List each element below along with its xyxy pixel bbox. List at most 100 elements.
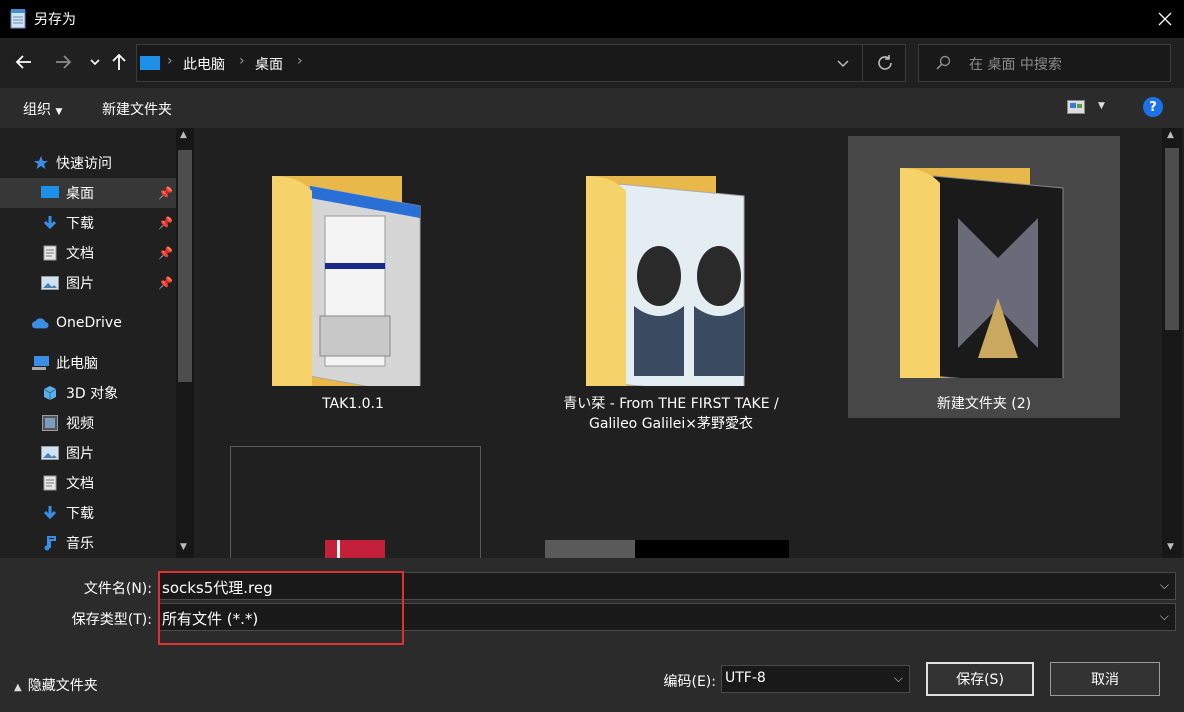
sidebar-item-label: 文档 — [66, 246, 94, 262]
help-button[interactable]: ? — [1143, 97, 1163, 117]
help-icon: ? — [1149, 99, 1157, 115]
computer-icon — [140, 56, 160, 70]
encoding-select[interactable]: UTF-8 ⌵ — [721, 665, 910, 693]
navigation-pane: 快速访问 桌面 📌 下载 📌 文档 📌 图片 📌 OneDrive 此电脑 3D… — [0, 128, 196, 558]
chevron-up-icon: ▲ — [14, 682, 22, 693]
view-options-button[interactable] — [1067, 100, 1085, 114]
view-icon — [1067, 100, 1085, 114]
chevron-down-icon[interactable]: ▼ — [180, 542, 187, 552]
sidebar-item-desktop[interactable]: 桌面 📌 — [0, 178, 176, 208]
sidebar-item-pictures-pc[interactable]: 图片 — [0, 438, 176, 468]
sidebar-item-documents[interactable]: 文档 📌 — [0, 238, 176, 268]
new-folder-button[interactable]: 新建文件夹 — [102, 99, 172, 119]
up-button[interactable] — [107, 50, 131, 74]
sidebar-item-label: 视频 — [66, 416, 94, 432]
sidebar-item-onedrive[interactable]: OneDrive — [0, 308, 176, 338]
document-icon — [41, 244, 59, 262]
sidebar-item-music[interactable]: 音乐 — [0, 528, 176, 558]
sidebar-item-videos[interactable]: 视频 — [0, 408, 176, 438]
content-scrollbar[interactable]: ▲ ▼ — [1162, 128, 1182, 558]
sidebar-item-label: OneDrive — [56, 315, 122, 331]
chevron-up-icon[interactable]: ▲ — [180, 130, 187, 140]
sidebar-item-label: 3D 对象 — [66, 386, 119, 402]
sidebar-item-label: 下载 — [66, 216, 94, 232]
scrollbar-thumb[interactable] — [178, 150, 192, 382]
forward-button[interactable] — [51, 50, 75, 74]
video-icon — [41, 414, 59, 432]
chevron-down-icon[interactable]: ⌵ — [1160, 578, 1169, 593]
close-button[interactable] — [1146, 0, 1184, 38]
organize-button[interactable]: 组织 ▼ — [23, 99, 62, 119]
cancel-button[interactable]: 取消 — [1050, 662, 1160, 696]
arrow-left-icon — [15, 55, 31, 69]
file-thumbnail-mark — [337, 540, 340, 558]
download-icon — [41, 504, 59, 522]
sidebar-item-downloads-pc[interactable]: 下载 — [0, 498, 176, 528]
filename-label: 文件名(N): — [83, 581, 152, 597]
picture-icon — [41, 274, 59, 292]
save-button[interactable]: 保存(S) — [926, 662, 1034, 696]
folder-item-selected[interactable]: 新建文件夹 (2) — [848, 136, 1120, 418]
navigation-bar: › 此电脑 › 桌面 › 在 桌面 中搜索 — [0, 38, 1184, 88]
encoding-value: UTF-8 — [725, 670, 766, 686]
window-title: 另存为 — [34, 12, 76, 28]
cube-icon — [41, 384, 59, 402]
highlight-box — [158, 571, 404, 645]
download-icon — [41, 214, 59, 232]
sidebar-item-label: 图片 — [66, 446, 94, 462]
refresh-icon[interactable] — [876, 54, 894, 72]
file-item[interactable] — [545, 540, 789, 558]
sidebar-item-downloads[interactable]: 下载 📌 — [0, 208, 176, 238]
folder-item[interactable]: TAK1.0.1 — [198, 136, 508, 436]
sidebar-item-label: 音乐 — [66, 536, 94, 552]
hide-folders-toggle[interactable]: ▲ 隐藏文件夹 — [14, 675, 98, 695]
pin-icon: 📌 — [158, 246, 173, 260]
sidebar-item-label: 图片 — [66, 276, 94, 292]
pin-icon: 📌 — [158, 186, 173, 200]
star-icon — [32, 154, 50, 172]
pin-icon: 📌 — [158, 276, 173, 290]
sidebar-item-3d-objects[interactable]: 3D 对象 — [0, 378, 176, 408]
encoding-label: 编码(E): — [663, 674, 717, 690]
chevron-up-icon[interactable]: ▲ — [1167, 130, 1174, 140]
address-bar[interactable]: › 此电脑 › 桌面 › — [136, 44, 906, 82]
chevron-down-icon: ⌵ — [893, 671, 903, 685]
chevron-down-icon — [90, 59, 100, 66]
music-icon — [41, 534, 59, 552]
chevron-down-icon[interactable]: ⌵ — [1160, 609, 1169, 624]
file-thumbnail — [545, 540, 635, 558]
folder-name: TAK1.0.1 — [322, 396, 384, 412]
folder-icon — [586, 176, 745, 386]
computer-icon — [32, 354, 50, 372]
scrollbar-thumb[interactable] — [1165, 148, 1179, 330]
divider — [862, 45, 863, 81]
sidebar-item-pictures[interactable]: 图片 📌 — [0, 268, 176, 298]
sidebar-item-label: 快速访问 — [56, 156, 112, 172]
sidebar-item-label: 文档 — [66, 476, 94, 492]
file-item[interactable] — [230, 446, 481, 558]
breadcrumb-desktop[interactable]: 桌面 — [255, 54, 283, 74]
sidebar-scrollbar[interactable]: ▲ ▼ — [176, 128, 194, 558]
notepad-icon — [10, 9, 26, 29]
sidebar-item-documents-pc[interactable]: 文档 — [0, 468, 176, 498]
sidebar-item-this-pc[interactable]: 此电脑 — [0, 348, 176, 378]
close-icon — [1158, 12, 1172, 26]
folder-icon — [900, 168, 1064, 378]
file-thumbnail — [325, 540, 385, 558]
command-bar: 组织 ▼ 新建文件夹 ▼ ? — [0, 88, 1184, 128]
chevron-down-icon[interactable]: ▼ — [1098, 101, 1105, 111]
back-button[interactable] — [12, 50, 36, 74]
breadcrumb-this-pc[interactable]: 此电脑 — [183, 54, 225, 74]
save-options: 文件名(N): socks5代理.reg ⌵ 保存类型(T): 所有文件 (*.… — [0, 558, 1184, 712]
sidebar-item-quick-access[interactable]: 快速访问 — [0, 148, 176, 178]
folder-item[interactable]: 青い栞 - From THE FIRST TAKE / Galileo Gali… — [516, 136, 826, 436]
chevron-right-icon: › — [167, 53, 173, 69]
chevron-down-icon[interactable]: ▼ — [1167, 542, 1174, 552]
chevron-down-icon[interactable] — [837, 59, 849, 69]
recent-locations-button[interactable] — [83, 50, 107, 74]
sidebar-item-label: 下载 — [66, 506, 94, 522]
search-icon — [936, 55, 951, 70]
arrow-right-icon — [56, 55, 72, 69]
pin-icon: 📌 — [158, 216, 173, 230]
search-box[interactable]: 在 桌面 中搜索 — [918, 44, 1171, 82]
